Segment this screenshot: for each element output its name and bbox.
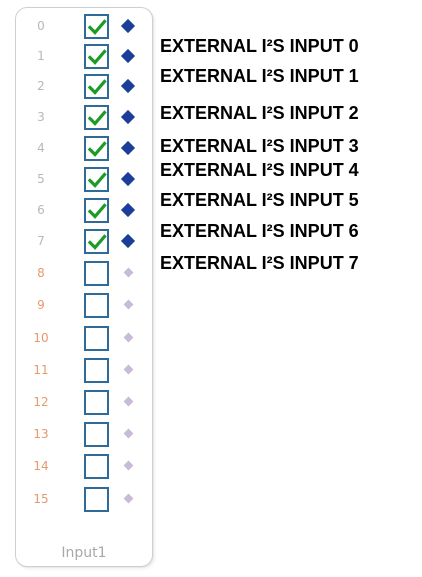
output-pin-icon[interactable] <box>120 109 136 125</box>
channel-row-11: 11 <box>16 356 154 384</box>
checkmark-icon <box>87 110 107 126</box>
output-pin-icon[interactable] <box>120 18 136 34</box>
channel-row-12: 12 <box>16 388 154 416</box>
channel-number: 14 <box>33 459 49 473</box>
channel-row-10: 10 <box>16 324 154 352</box>
channel-number: 8 <box>37 266 45 280</box>
channel-number: 12 <box>33 395 49 409</box>
channel-number: 9 <box>37 298 45 312</box>
channel-checkbox-10[interactable] <box>84 326 109 351</box>
channel-label-4: EXTERNAL I²S INPUT 4 <box>160 160 359 180</box>
output-pin-icon[interactable] <box>123 493 134 504</box>
checkmark-icon <box>87 49 107 65</box>
output-pin-icon[interactable] <box>120 48 136 64</box>
input-block-stage: Input1 0 1 2 3 4 5 6 7 8 9 10 11 12 13 14 15 EXTERNAL I… <box>0 0 422 577</box>
channel-label-6: EXTERNAL I²S INPUT 6 <box>160 221 359 241</box>
channel-row-0: 0 <box>16 12 154 40</box>
channel-checkbox-7[interactable] <box>84 229 109 254</box>
checkmark-icon <box>87 79 107 95</box>
channel-label-7: EXTERNAL I²S INPUT 7 <box>160 253 359 273</box>
channel-checkbox-14[interactable] <box>84 454 109 479</box>
channel-row-3: 3 <box>16 103 154 131</box>
output-pin-icon[interactable] <box>120 171 136 187</box>
output-pin-icon[interactable] <box>123 460 134 471</box>
channel-checkbox-12[interactable] <box>84 390 109 415</box>
output-pin-icon[interactable] <box>123 332 134 343</box>
channel-checkbox-11[interactable] <box>84 358 109 383</box>
channel-number: 3 <box>37 110 45 124</box>
output-pin-icon[interactable] <box>123 428 134 439</box>
output-pin-icon[interactable] <box>120 140 136 156</box>
channel-number: 0 <box>37 19 45 33</box>
output-pin-icon[interactable] <box>120 233 136 249</box>
channel-number: 6 <box>37 203 45 217</box>
channel-number: 5 <box>37 172 45 186</box>
channel-number: 15 <box>33 492 49 506</box>
channel-number: 11 <box>33 363 49 377</box>
channel-row-8: 8 <box>16 259 154 287</box>
channel-checkbox-6[interactable] <box>84 198 109 223</box>
panel-title: Input1 <box>61 545 107 561</box>
input1-panel: Input1 0 1 2 3 4 5 6 7 8 9 10 11 12 13 14 15 <box>15 7 153 567</box>
channel-row-2: 2 <box>16 72 154 100</box>
checkmark-icon <box>87 203 107 219</box>
channel-row-13: 13 <box>16 420 154 448</box>
channel-label-0: EXTERNAL I²S INPUT 0 <box>160 36 359 56</box>
channel-row-5: 5 <box>16 165 154 193</box>
output-pin-icon[interactable] <box>120 202 136 218</box>
channel-checkbox-8[interactable] <box>84 261 109 286</box>
channel-label-5: EXTERNAL I²S INPUT 5 <box>160 190 359 210</box>
channel-number: 13 <box>33 427 49 441</box>
channel-row-7: 7 <box>16 227 154 255</box>
checkmark-icon <box>87 172 107 188</box>
channel-checkbox-1[interactable] <box>84 44 109 69</box>
output-pin-icon[interactable] <box>123 267 134 278</box>
channel-checkbox-4[interactable] <box>84 136 109 161</box>
checkmark-icon <box>87 234 107 250</box>
checkmark-icon <box>87 19 107 35</box>
channel-number: 1 <box>37 49 45 63</box>
channel-row-15: 15 <box>16 485 154 513</box>
channel-checkbox-0[interactable] <box>84 14 109 39</box>
output-pin-icon[interactable] <box>123 364 134 375</box>
output-pin-icon[interactable] <box>123 396 134 407</box>
channel-label-1: EXTERNAL I²S INPUT 1 <box>160 66 359 86</box>
channel-label-2: EXTERNAL I²S INPUT 2 <box>160 103 359 123</box>
channel-row-9: 9 <box>16 291 154 319</box>
channel-number: 7 <box>37 234 45 248</box>
output-pin-icon[interactable] <box>120 78 136 94</box>
output-pin-icon[interactable] <box>123 299 134 310</box>
channel-row-1: 1 <box>16 42 154 70</box>
channel-number: 4 <box>37 141 45 155</box>
checkmark-icon <box>87 141 107 157</box>
channel-checkbox-3[interactable] <box>84 105 109 130</box>
channel-number: 2 <box>37 79 45 93</box>
channel-checkbox-5[interactable] <box>84 167 109 192</box>
channel-checkbox-13[interactable] <box>84 422 109 447</box>
channel-row-14: 14 <box>16 452 154 480</box>
channel-row-4: 4 <box>16 134 154 162</box>
channel-checkbox-9[interactable] <box>84 293 109 318</box>
channel-checkbox-15[interactable] <box>84 487 109 512</box>
channel-number: 10 <box>33 331 49 345</box>
channel-checkbox-2[interactable] <box>84 74 109 99</box>
channel-row-6: 6 <box>16 196 154 224</box>
